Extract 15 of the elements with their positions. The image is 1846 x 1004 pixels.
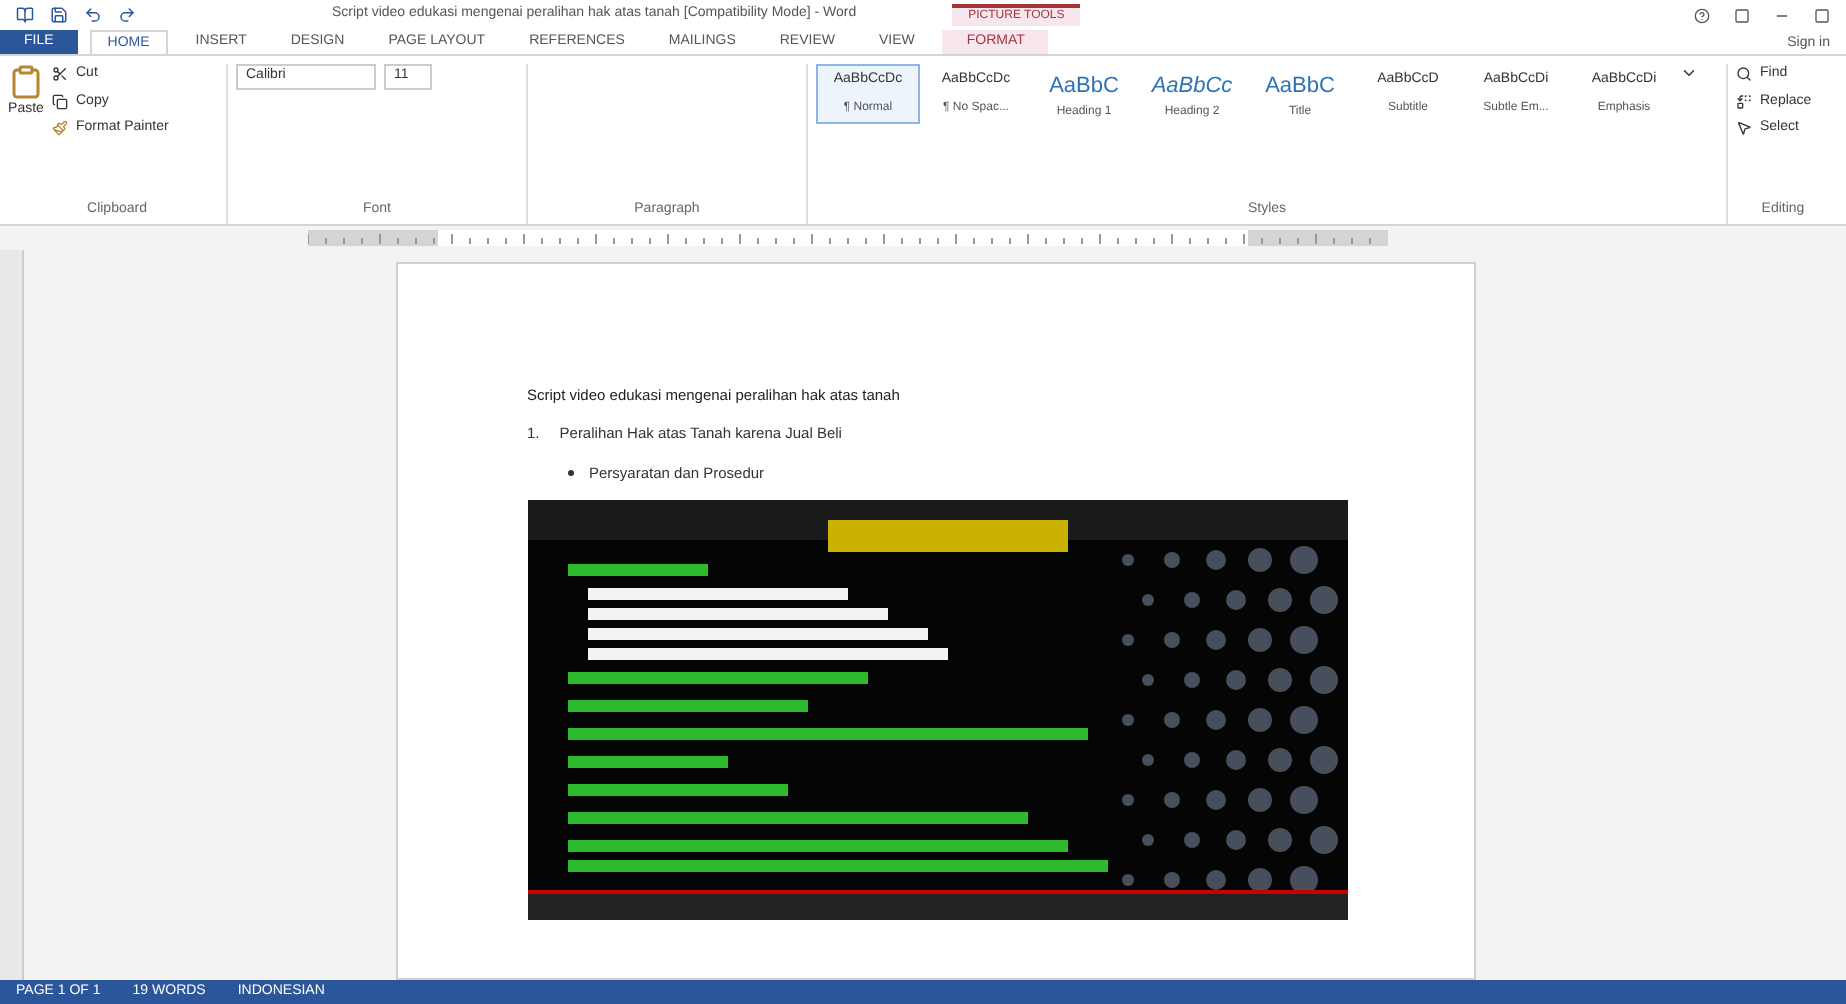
search-icon (1736, 66, 1752, 83)
replace-icon (1736, 93, 1752, 110)
help-icon[interactable] (1694, 7, 1710, 23)
undo-icon[interactable] (84, 6, 102, 24)
redo-icon[interactable] (118, 6, 136, 24)
pointer-icon (1736, 120, 1752, 137)
copy-icon (52, 93, 68, 110)
scissors-icon (52, 66, 68, 83)
ribbon-display-icon[interactable] (1734, 7, 1750, 23)
save-icon[interactable] (50, 6, 68, 24)
clipboard-icon (8, 64, 44, 100)
paintbrush-icon (52, 120, 68, 137)
more-styles-icon[interactable] (1680, 64, 1698, 82)
maximize-icon[interactable] (1814, 7, 1830, 23)
bullet-icon (567, 469, 573, 476)
